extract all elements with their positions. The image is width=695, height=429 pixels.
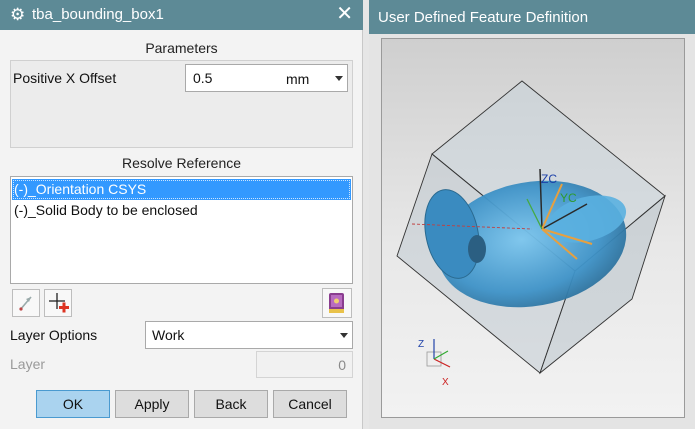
- book-icon: [329, 293, 344, 313]
- triad-x-label: X: [442, 377, 449, 388]
- graphics-title: User Defined Feature Definition: [378, 9, 589, 26]
- point-dialog-button[interactable]: [12, 289, 40, 317]
- layer-options-label: Layer Options: [10, 327, 98, 343]
- apply-button[interactable]: Apply: [115, 390, 189, 418]
- layer-value: 0: [338, 357, 346, 373]
- layer-chevron-down-icon[interactable]: [340, 333, 348, 338]
- yc-label: YC: [560, 191, 577, 205]
- ok-button[interactable]: OK: [36, 390, 110, 418]
- offset-field[interactable]: 0.5 mm: [185, 64, 348, 92]
- offset-unit: mm: [286, 71, 310, 87]
- reference-list[interactable]: (-)_Orientation CSYS (-)_Solid Body to b…: [10, 176, 353, 284]
- view-triad: [426, 339, 451, 368]
- back-button[interactable]: Back: [194, 390, 268, 418]
- triad-z-label: Z: [418, 339, 424, 350]
- resolve-section-title: Resolve Reference: [121, 155, 242, 171]
- graphics-viewport[interactable]: ZC YC Z X: [381, 38, 685, 418]
- offset-label: Positive X Offset: [13, 70, 117, 86]
- layer-options-value: Work: [152, 327, 185, 343]
- gear-icon: ⚙: [10, 5, 26, 24]
- offset-value: 0.5: [193, 70, 213, 86]
- help-book-button[interactable]: [322, 288, 352, 318]
- layer-label: Layer: [10, 356, 46, 372]
- layer-field: 0: [256, 351, 353, 378]
- graphics-window: User Defined Feature Definition ZC YC Z …: [369, 0, 695, 429]
- body-hole: [468, 235, 486, 263]
- unit-chevron-down-icon[interactable]: [335, 76, 343, 81]
- add-reference-button[interactable]: [44, 289, 72, 317]
- pick-arrow-icon: [19, 296, 32, 311]
- layer-options-dropdown[interactable]: Work: [145, 321, 353, 349]
- list-item-orientation-csys[interactable]: (-)_Orientation CSYS: [12, 179, 351, 200]
- crosshair-add-icon: [49, 293, 69, 313]
- zc-label: ZC: [541, 172, 557, 186]
- parameters-section-title: Parameters: [145, 40, 218, 56]
- dialog-title-bar: ⚙ tba_bounding_box1 ✕: [0, 0, 363, 30]
- part-render: ZC YC Z X: [396, 80, 666, 388]
- list-item-solid-body[interactable]: (-)_Solid Body to be enclosed: [12, 200, 351, 221]
- graphics-title-bar: User Defined Feature Definition: [369, 0, 695, 34]
- udf-dialog: ⚙ tba_bounding_box1 ✕ Parameters Positiv…: [0, 0, 363, 429]
- dialog-title: tba_bounding_box1: [32, 6, 164, 23]
- cancel-button[interactable]: Cancel: [273, 390, 347, 418]
- close-icon[interactable]: ✕: [336, 3, 353, 25]
